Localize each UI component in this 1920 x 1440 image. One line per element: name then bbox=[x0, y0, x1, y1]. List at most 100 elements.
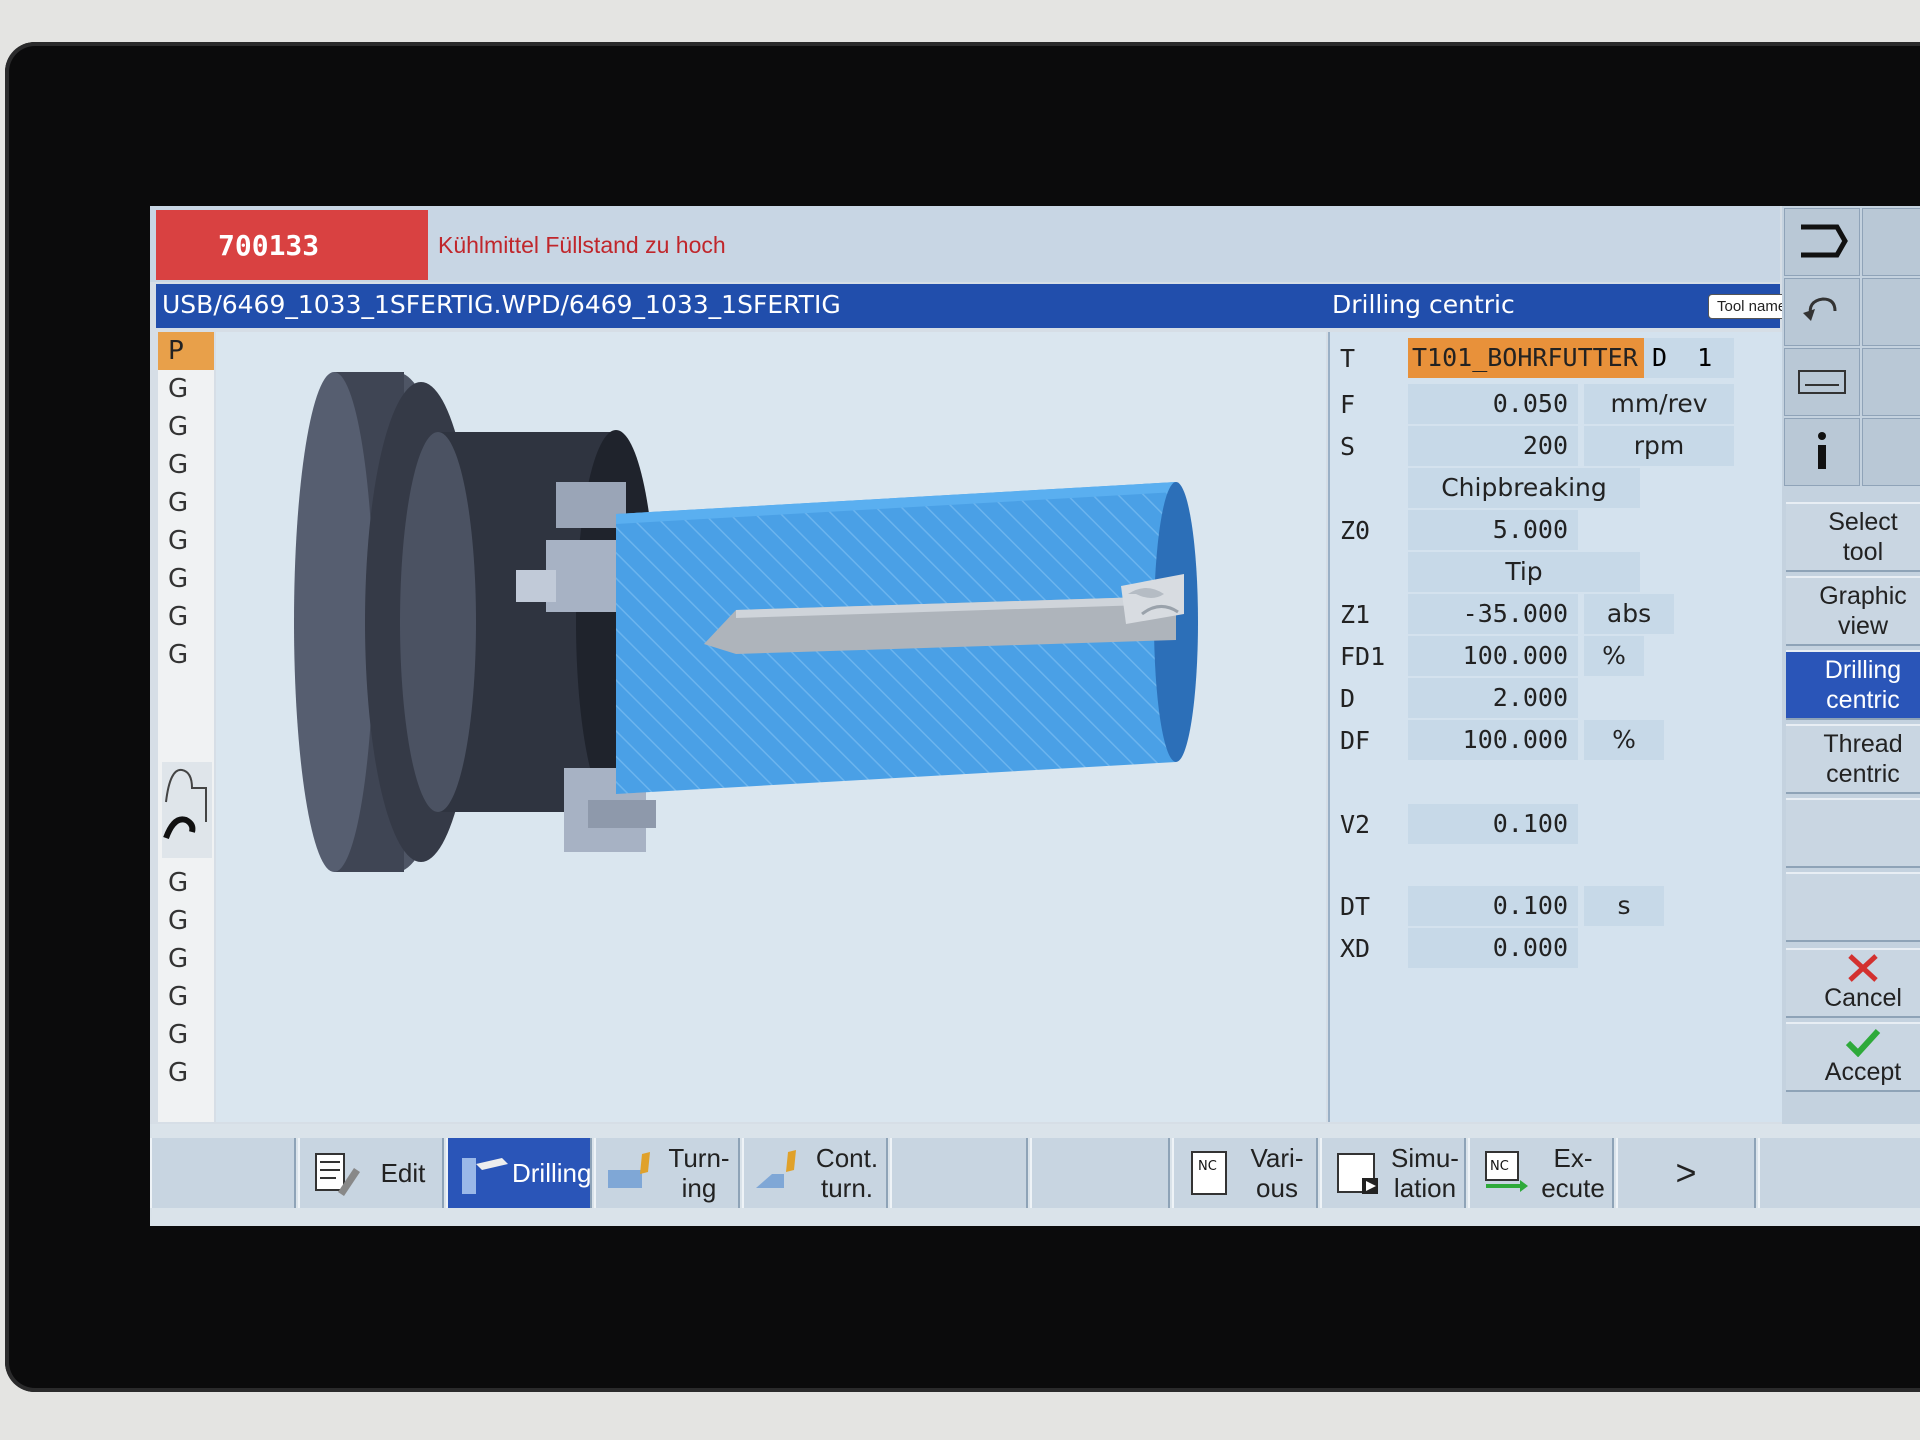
machining-mode-select[interactable]: Chipbreaking bbox=[1408, 468, 1640, 508]
speed-field[interactable]: 200 bbox=[1408, 426, 1578, 466]
fd1-unit[interactable]: % bbox=[1584, 636, 1644, 676]
d-infeed-field[interactable]: 2.000 bbox=[1408, 678, 1578, 718]
alarm-number[interactable]: 700133 bbox=[156, 210, 428, 280]
drilling-centric-softkey[interactable]: Drilling centric bbox=[1786, 650, 1920, 720]
back-arrow-icon[interactable] bbox=[1784, 208, 1860, 276]
speed-unit[interactable]: rpm bbox=[1584, 426, 1734, 466]
tool-name-field[interactable]: T101_BOHRFUTTER bbox=[1408, 338, 1644, 378]
calculator-icon[interactable] bbox=[1862, 348, 1920, 416]
empty-softkey[interactable] bbox=[1786, 872, 1920, 942]
contour-turning-icon bbox=[754, 1148, 808, 1198]
xd-field[interactable]: 0.000 bbox=[1408, 928, 1578, 968]
block-item[interactable]: G bbox=[158, 598, 214, 636]
fd1-label: FD1 bbox=[1340, 642, 1386, 671]
simulation-softkey[interactable]: Simu- lation bbox=[1320, 1138, 1466, 1208]
empty-softkey[interactable] bbox=[1758, 1138, 1920, 1208]
depth-reference-select[interactable]: Tip bbox=[1408, 552, 1640, 592]
keyboard-icon[interactable] bbox=[1784, 348, 1860, 416]
v2-label: V2 bbox=[1340, 810, 1371, 839]
redo-icon[interactable] bbox=[1862, 278, 1920, 346]
info-icon[interactable] bbox=[1784, 418, 1860, 486]
empty-softkey[interactable] bbox=[150, 1138, 296, 1208]
contour-block-icon[interactable] bbox=[162, 762, 212, 858]
various-softkey[interactable]: NC Vari- ous bbox=[1172, 1138, 1318, 1208]
graphic-view-softkey[interactable]: Graphic view bbox=[1786, 576, 1920, 646]
accept-softkey[interactable]: Accept bbox=[1786, 1022, 1920, 1092]
program-path-bar: USB/6469_1033_1SFERTIG.WPD/6469_1033_1SF… bbox=[156, 284, 1780, 328]
d-label: D bbox=[1652, 343, 1668, 372]
execute-label: Ex- ecute bbox=[1541, 1143, 1605, 1203]
vertical-softkey-bar: Select tool Graphic view Drilling centri… bbox=[1782, 206, 1920, 1226]
alarm-row: 700133 Kühlmittel Füllstand zu hoch bbox=[150, 206, 1780, 282]
turning-label: Turn- ing bbox=[668, 1143, 730, 1203]
jog-icon[interactable] bbox=[1862, 208, 1920, 276]
dt-unit[interactable]: s bbox=[1584, 886, 1664, 926]
alarm-message: Kühlmittel Füllstand zu hoch bbox=[438, 231, 726, 258]
window-icon[interactable] bbox=[1862, 418, 1920, 486]
z0-label: Z0 bbox=[1340, 516, 1371, 545]
df-unit[interactable]: % bbox=[1584, 720, 1664, 760]
program-path: USB/6469_1033_1SFERTIG.WPD/6469_1033_1SF… bbox=[162, 290, 841, 319]
block-item[interactable]: G bbox=[158, 902, 214, 940]
tool-label: T bbox=[1340, 344, 1356, 373]
nc-text: NC bbox=[1198, 1159, 1217, 1174]
more-softkey[interactable]: > bbox=[1616, 1138, 1756, 1208]
drilling-label: Drilling bbox=[512, 1158, 592, 1188]
empty-softkey[interactable] bbox=[1030, 1138, 1170, 1208]
drilling-graphic bbox=[216, 332, 1326, 1122]
fd1-field[interactable]: 100.000 bbox=[1408, 636, 1578, 676]
simulation-icon bbox=[1332, 1148, 1386, 1198]
cancel-label: Cancel bbox=[1824, 984, 1902, 1012]
more-label: > bbox=[1675, 1152, 1697, 1193]
thread-centric-softkey[interactable]: Thread centric bbox=[1786, 724, 1920, 794]
cancel-softkey[interactable]: Cancel bbox=[1786, 948, 1920, 1018]
workpiece-graphic bbox=[294, 372, 1198, 872]
contour-turning-softkey[interactable]: Cont. turn. bbox=[742, 1138, 888, 1208]
cancel-x-icon bbox=[1848, 954, 1878, 982]
dt-label: DT bbox=[1340, 892, 1371, 921]
block-item[interactable]: G bbox=[158, 1054, 214, 1092]
nc-various-icon: NC bbox=[1184, 1148, 1238, 1198]
edit-softkey[interactable]: Edit bbox=[298, 1138, 444, 1208]
block-item[interactable]: G bbox=[158, 636, 214, 674]
block-item[interactable]: G bbox=[158, 560, 214, 598]
z1-label: Z1 bbox=[1340, 600, 1371, 629]
select-tool-softkey[interactable]: Select tool bbox=[1786, 502, 1920, 572]
block-item[interactable]: G bbox=[158, 370, 214, 408]
block-item[interactable]: G bbox=[158, 446, 214, 484]
empty-softkey[interactable] bbox=[1786, 798, 1920, 868]
d-value: 1 bbox=[1697, 343, 1713, 372]
block-item[interactable]: G bbox=[158, 978, 214, 1016]
z1-field[interactable]: -35.000 bbox=[1408, 594, 1578, 634]
z1-unit[interactable]: abs bbox=[1584, 594, 1674, 634]
cutting-edge-field[interactable]: D 1 bbox=[1644, 338, 1734, 378]
block-item[interactable]: G bbox=[158, 408, 214, 446]
simulation-label: Simu- lation bbox=[1391, 1143, 1459, 1203]
drilling-softkey[interactable]: Drilling bbox=[446, 1138, 592, 1208]
block-item[interactable]: G bbox=[158, 522, 214, 560]
various-label: Vari- ous bbox=[1250, 1143, 1304, 1203]
dt-field[interactable]: 0.100 bbox=[1408, 886, 1578, 926]
feed-field[interactable]: 0.050 bbox=[1408, 384, 1578, 424]
block-item[interactable]: G bbox=[158, 940, 214, 978]
turning-softkey[interactable]: Turn- ing bbox=[594, 1138, 740, 1208]
block-item[interactable]: G bbox=[158, 864, 214, 902]
nc-execute-icon: NC bbox=[1480, 1148, 1534, 1198]
block-list: P G G G G G G G G G G G G G G bbox=[158, 332, 214, 1122]
horizontal-softkey-bar: Edit Drilling Turn- ing Cont. turn. NC V… bbox=[150, 1124, 1920, 1226]
cycle-title: Drilling centric bbox=[1332, 290, 1515, 319]
contour-turning-label: Cont. turn. bbox=[815, 1143, 879, 1203]
v2-field[interactable]: 0.100 bbox=[1408, 804, 1578, 844]
execute-softkey[interactable]: NC Ex- ecute bbox=[1468, 1138, 1614, 1208]
block-item-p[interactable]: P bbox=[158, 332, 214, 370]
df-field[interactable]: 100.000 bbox=[1408, 720, 1578, 760]
block-item[interactable]: G bbox=[158, 1016, 214, 1054]
feed-unit[interactable]: mm/rev bbox=[1584, 384, 1734, 424]
empty-softkey[interactable] bbox=[890, 1138, 1028, 1208]
turning-icon bbox=[606, 1148, 660, 1198]
undo-icon[interactable] bbox=[1784, 278, 1860, 346]
block-item[interactable]: G bbox=[158, 484, 214, 522]
accept-label: Accept bbox=[1824, 1058, 1902, 1086]
z0-field[interactable]: 5.000 bbox=[1408, 510, 1578, 550]
edit-icon bbox=[310, 1148, 364, 1198]
